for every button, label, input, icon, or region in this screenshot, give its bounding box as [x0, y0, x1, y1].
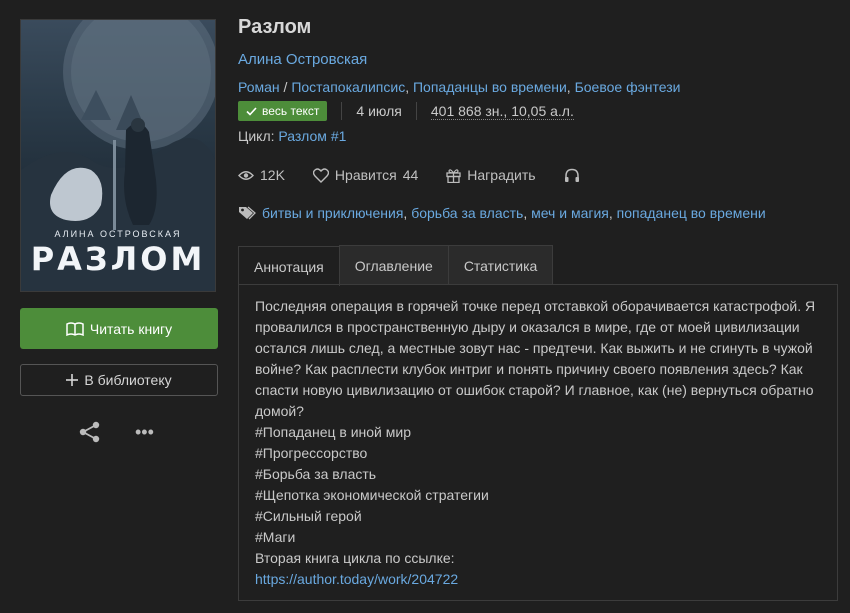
genre-link-main[interactable]: Роман [238, 79, 280, 95]
meta-row: весь текст 4 июля 401 868 зн., 10,05 а.л… [238, 100, 574, 122]
divider [341, 102, 343, 120]
heart-icon [312, 167, 329, 183]
headphones-icon [564, 168, 580, 183]
author-link[interactable]: Алина Островская [238, 51, 367, 68]
book-size: 401 868 зн., 10,05 а.л. [430, 102, 574, 120]
genre-link-1[interactable]: Постапокалипсис [291, 79, 405, 95]
book-icon [66, 321, 84, 336]
reward-label: Наградить [467, 167, 536, 183]
tag-link[interactable]: битвы и приключения [262, 205, 403, 221]
annotation-next-book-label: Вторая книга цикла по ссылке: [255, 550, 455, 566]
annotation-hashtag: #Попаданец в иной мир [255, 424, 411, 440]
gift-icon [446, 168, 461, 183]
annotation-hashtag: #Маги [255, 529, 296, 545]
share-icon[interactable] [79, 421, 101, 443]
tags-line: битвы и приключения, борьба за власть, м… [238, 205, 766, 221]
annotation-hashtag: #Прогрессорство [255, 445, 368, 461]
book-title: Разлом [238, 16, 312, 38]
tab-bar: Аннотация Оглавление Статистика [238, 245, 554, 286]
genre-separator: / [279, 79, 292, 95]
annotation-panel: Последняя операция в горячей точке перед… [238, 284, 838, 601]
divider [415, 102, 417, 120]
genre-link-2[interactable]: Попаданцы во времени [413, 79, 567, 95]
cycle-label: Цикл: [238, 128, 275, 144]
tag-icon [238, 206, 256, 220]
likes-label: Нравится [334, 167, 397, 183]
reward-button[interactable]: Наградить [446, 167, 536, 183]
annotation-hashtag: #Борьба за власть [255, 466, 377, 482]
genres-line: Роман / Постапокалипсис, Попаданцы во вр… [238, 79, 681, 95]
cover-author-text: АЛИНА ОСТРОВСКАЯ [54, 229, 182, 239]
likes-count: 44 [402, 167, 419, 183]
check-icon [246, 106, 257, 116]
read-book-button[interactable]: Читать книгу [20, 308, 218, 349]
cycle-link[interactable]: Разлом #1 [278, 128, 346, 144]
stats-row: 12K Нравится 44 Наградить [238, 165, 608, 185]
annotation-hashtag: #Сильный герой [255, 508, 362, 524]
tab-statistics[interactable]: Статистика [447, 245, 554, 285]
like-button[interactable]: Нравится 44 [312, 167, 419, 183]
next-book-link[interactable]: https://author.today/work/204722 [255, 571, 458, 587]
cover-title-text: РАЗЛОМ [30, 240, 206, 278]
annotation-hashtag: #Щепотка экономической стратегии [255, 487, 489, 503]
status-badge-label: весь текст [262, 104, 320, 118]
audio-button[interactable] [564, 168, 580, 183]
more-icon[interactable]: ••• [135, 423, 154, 441]
annotation-text: Последняя операция в горячей точке перед… [255, 298, 816, 419]
tag-link[interactable]: меч и магия [531, 205, 609, 221]
cycle-line: Цикл: Разлом #1 [238, 128, 346, 144]
tag-link[interactable]: борьба за власть [411, 205, 523, 221]
add-to-library-label: В библиотеку [84, 372, 172, 388]
book-cover[interactable]: АЛИНА ОСТРОВСКАЯ РАЗЛОМ [20, 19, 216, 292]
genre-link-3[interactable]: Боевое фэнтези [575, 79, 681, 95]
read-book-label: Читать книгу [89, 320, 173, 337]
tag-link[interactable]: попаданец во времени [617, 205, 766, 221]
tab-contents[interactable]: Оглавление [338, 245, 449, 285]
eye-icon [238, 170, 254, 181]
views-count: 12K [260, 167, 285, 183]
publish-date: 4 июля [356, 103, 402, 119]
views-stat: 12K [238, 167, 285, 183]
tab-annotation[interactable]: Аннотация [238, 246, 340, 286]
plus-icon [66, 374, 79, 386]
add-to-library-button[interactable]: В библиотеку [20, 364, 218, 396]
status-badge: весь текст [238, 101, 328, 121]
